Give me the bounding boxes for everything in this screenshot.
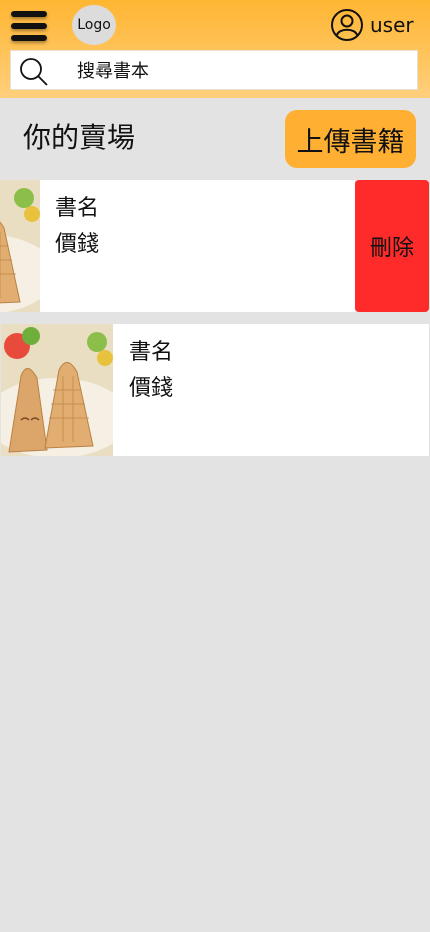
book-card-1[interactable]: 書名 價錢	[0, 180, 355, 312]
book-price: 價錢	[55, 232, 100, 257]
user-circle-icon	[330, 8, 364, 42]
book-price: 價錢	[129, 376, 174, 401]
search-bar	[10, 50, 418, 90]
page-title: 你的賣場	[23, 121, 136, 154]
search-icon[interactable]	[19, 57, 49, 87]
book-card-2[interactable]: 書名 價錢	[1, 324, 429, 456]
hamburger-menu-icon[interactable]	[9, 9, 49, 43]
book-title: 書名	[129, 340, 174, 365]
app-header: Logo user	[0, 0, 430, 98]
logo: Logo	[72, 5, 116, 45]
search-input[interactable]	[75, 55, 409, 87]
logo-label: Logo	[77, 17, 111, 33]
book-thumbnail	[0, 180, 40, 312]
book-thumbnail	[1, 324, 113, 456]
user-label: user	[370, 13, 414, 37]
user-menu[interactable]: user	[330, 8, 414, 42]
delete-book-button[interactable]: 刪除	[355, 180, 429, 312]
book-title: 書名	[55, 196, 100, 221]
upload-book-button[interactable]: 上傳書籍	[285, 110, 416, 168]
